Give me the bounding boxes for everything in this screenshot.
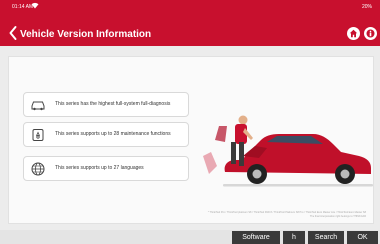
- home-icon: [349, 29, 358, 38]
- search-button[interactable]: Search: [308, 231, 344, 244]
- status-battery: 20%: [361, 4, 372, 10]
- feature-text: This series has the highest full-system …: [55, 101, 171, 107]
- wifi-icon: [31, 2, 39, 11]
- ok-button[interactable]: OK: [347, 231, 378, 244]
- disclaimer-text: * ThinkTool Pro / ThinkTool platinum S8 …: [208, 211, 366, 219]
- status-time: 01:14 AM: [12, 4, 34, 10]
- back-icon[interactable]: [8, 25, 20, 43]
- status-bar: 01:14 AM 20%: [0, 0, 380, 22]
- screen: 01:14 AM 20% Vehicle Version Information…: [0, 0, 380, 244]
- mechanic-car-illustration: [203, 115, 373, 187]
- feature-text: This series supports up to 28 maintenanc…: [55, 131, 171, 137]
- home-button[interactable]: [347, 27, 360, 40]
- feature-text: This series supports up to 27 languages: [55, 165, 144, 171]
- disclaimer-line-2: The final interpretation right belongs t…: [309, 215, 366, 218]
- car-icon: [30, 97, 46, 113]
- feature-card-maintenance: This series supports up to 28 maintenanc…: [23, 122, 189, 147]
- version-info-icon: [366, 29, 375, 38]
- maintenance-icon: [30, 127, 46, 143]
- feature-card-languages: This series supports up to 27 languages: [23, 156, 189, 181]
- feature-card-diagnosis: This series has the highest full-system …: [23, 92, 189, 117]
- globe-icon: [30, 161, 46, 177]
- version-button[interactable]: [364, 27, 377, 40]
- software-button[interactable]: Software: [232, 231, 280, 244]
- h-button[interactable]: h: [283, 231, 305, 244]
- page-title: Vehicle Version Information: [20, 29, 152, 40]
